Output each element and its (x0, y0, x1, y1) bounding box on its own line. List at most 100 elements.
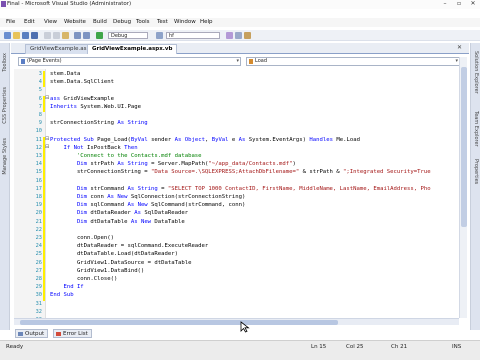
code-token: ";Integrated Security=True (343, 169, 431, 176)
event-icon (21, 59, 25, 64)
team-explorer-tab[interactable]: Team Explorer (473, 111, 479, 147)
menu-edit[interactable]: Edit (24, 19, 35, 25)
toolbox-icon[interactable] (244, 32, 251, 39)
menu-view[interactable]: View (44, 19, 57, 25)
save-all-icon[interactable] (31, 32, 38, 39)
collapse-region-icon[interactable]: ⊟ (45, 136, 49, 142)
code-line[interactable]: GridView1.DataSource = dtDataTable (50, 259, 192, 266)
vertical-scroll-thumb[interactable] (461, 67, 467, 227)
right-dock-panel: Solution Explorer Team Explorer Properti… (470, 43, 480, 330)
error-list-tab[interactable]: Error List (53, 329, 92, 338)
code-token: dtDataReader = sqlCommand.ExecuteReader (50, 243, 209, 250)
code-token: As New (130, 218, 155, 225)
code-token: e (231, 136, 239, 143)
code-editor[interactable]: 3 4 5 6 7 8 9 10 11 12 13 14 15 16 17 18 19 20 21 22 23 24 25 2… (14, 69, 459, 323)
solution-explorer-icon[interactable] (226, 32, 233, 39)
status-line: Ln 15 (311, 344, 327, 350)
maximize-button[interactable]: ▫ (452, 0, 466, 8)
start-debugging-icon[interactable] (96, 32, 103, 39)
code-line[interactable]: Dim conn As New SqlConnection(strConnect… (50, 194, 245, 200)
redo-icon[interactable] (83, 32, 90, 39)
code-token: "~/app_data/Contacts.mdf" (208, 161, 293, 168)
new-project-icon[interactable] (4, 32, 11, 39)
menu-test[interactable]: Test (157, 19, 168, 25)
manage-styles-tab[interactable]: Manage Styles (2, 138, 8, 175)
line-number-gutter: 3 4 5 6 7 8 9 10 11 12 13 14 15 16 17 18 19 20 21 22 23 24 25 2… (14, 69, 46, 323)
close-button[interactable]: ✕ (466, 0, 480, 8)
code-token: strPath (90, 161, 118, 168)
code-line[interactable]: conn.Open() (50, 235, 114, 241)
paste-icon[interactable] (62, 32, 69, 39)
code-line[interactable]: Dim strCommand As String = "SELECT TOP 1… (50, 186, 431, 192)
code-token: GridView1.DataSource = dtDataTable (50, 259, 192, 266)
undo-icon[interactable] (74, 32, 81, 39)
line-number: 4 (38, 79, 42, 86)
code-token: ) (292, 161, 296, 168)
save-icon[interactable] (22, 32, 29, 39)
minimize-button[interactable]: – (438, 0, 452, 8)
code-line[interactable]: conn.Close() (50, 276, 117, 282)
open-file-icon[interactable] (13, 32, 20, 39)
class-name-dropdown[interactable]: (Page Events) ▾ (18, 57, 241, 66)
tab-gridviewexample-aspx-vb[interactable]: GridViewExample.aspx.vb (87, 44, 178, 54)
find-icon[interactable] (156, 32, 163, 39)
code-line[interactable]: Inherits System.Web.UI.Page (50, 104, 141, 110)
menu-debug[interactable]: Debug (113, 19, 131, 25)
menu-window[interactable]: Window (174, 19, 196, 25)
menu-website[interactable]: Website (64, 19, 86, 25)
code-line[interactable]: End Sub (50, 292, 74, 298)
code-line[interactable]: strConnectionString As String (50, 120, 148, 126)
line-number: 13 (35, 153, 42, 159)
code-token: Inherits (50, 103, 81, 110)
code-line[interactable]: If Not IsPostBack Then (50, 145, 137, 151)
code-token: GridViewExample (63, 95, 115, 102)
menu-file[interactable]: File (6, 19, 15, 25)
code-token: As Object (174, 136, 205, 143)
solution-configuration-dropdown[interactable]: Debug (108, 32, 148, 39)
horizontal-scroll-thumb[interactable] (20, 320, 338, 325)
line-number: 24 (35, 243, 42, 250)
menu-build[interactable]: Build (93, 19, 107, 25)
code-line[interactable]: dtDataTable.Load(dtDataReader) (50, 251, 178, 257)
left-dock-panel: Toolbox CSS Properties Manage Styles (0, 43, 10, 330)
toolbox-tab[interactable]: Toolbox (2, 53, 8, 72)
output-tab-label: Output (25, 331, 45, 337)
code-line[interactable]: strConnectionString = "Data Source=.\SQL… (50, 169, 431, 175)
menu-tools[interactable]: Tools (136, 19, 150, 25)
code-line[interactable]: stem.Data.SqlClient (50, 79, 114, 85)
code-line[interactable]: ass GridViewExample (50, 96, 114, 102)
code-line[interactable]: Dim sqlCommand As New SqlCommand(strComm… (50, 202, 245, 208)
code-line[interactable]: Dim dtDataTable As New DataTable (50, 219, 185, 225)
output-tab[interactable]: Output (15, 329, 49, 338)
method-name-dropdown[interactable]: Load ▾ (246, 57, 460, 66)
code-token: stem.Data.SqlClient (50, 79, 114, 86)
code-line[interactable]: Protected Sub Page_Load(ByVal sender As … (50, 137, 360, 143)
properties-icon[interactable] (235, 32, 242, 39)
vertical-scrollbar[interactable] (459, 57, 467, 318)
collapse-region-icon[interactable]: ⊟ (45, 144, 49, 150)
code-line[interactable]: Dim dtDataReader As SqlDataReader (50, 210, 188, 216)
code-token: DataTable (154, 218, 185, 225)
code-line[interactable]: stem.Data (50, 71, 80, 77)
css-properties-tab[interactable]: CSS Properties (2, 87, 8, 124)
horizontal-scrollbar[interactable] (14, 318, 459, 325)
code-line[interactable]: Dim strPath As String = Server.MapPath("… (50, 161, 296, 167)
code-line[interactable]: dtDataReader = sqlCommand.ExecuteReader (50, 243, 208, 249)
code-line[interactable]: End If (50, 284, 83, 290)
code-line[interactable]: 'Connect to the Contacts.mdf database (50, 153, 202, 159)
visual-studio-icon (1, 1, 6, 7)
code-token: As (238, 136, 249, 143)
line-number: 20 (35, 210, 42, 217)
title-bar: Final - Microsoft Visual Studio (Adminis… (0, 0, 480, 9)
code-token: As String (127, 185, 162, 192)
code-token: Dim (50, 194, 91, 200)
collapse-region-icon[interactable]: ⊟ (45, 95, 49, 101)
copy-icon[interactable] (53, 32, 60, 39)
solution-explorer-tab[interactable]: Solution Explorer (473, 51, 479, 94)
code-line[interactable]: GridView1.DataBind() (50, 268, 144, 274)
menu-help[interactable]: Help (200, 19, 213, 25)
close-tab-icon[interactable]: ✕ (457, 44, 462, 51)
find-input[interactable]: hf (166, 32, 220, 39)
cut-icon[interactable] (44, 32, 51, 39)
properties-tab[interactable]: Properties (473, 159, 479, 184)
